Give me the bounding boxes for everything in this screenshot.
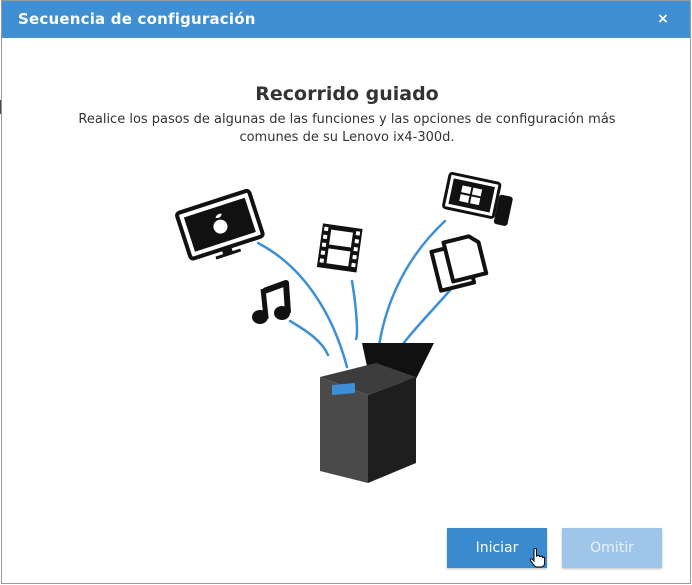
close-icon[interactable]: × (656, 12, 670, 26)
film-icon (316, 223, 363, 273)
skip-button[interactable]: Omitir (562, 528, 662, 568)
page-title: Recorrido guiado (255, 83, 439, 105)
page-description: Realice los pasos de algunas de las func… (78, 112, 616, 145)
documents-icon (429, 234, 489, 293)
dialog-title: Secuencia de configuración (18, 10, 256, 28)
dialog-titlebar: Secuencia de configuración × (2, 1, 690, 38)
storage-device-icon (320, 343, 434, 483)
music-note-icon (252, 280, 291, 324)
guided-tour-illustration (175, 171, 513, 483)
windows-tablet-icon (442, 171, 513, 226)
setup-sequence-dialog: Secuencia de configuración × Recorrido g… (1, 0, 691, 584)
hand-cursor-icon (529, 548, 545, 568)
monitor-apple-icon (175, 188, 265, 261)
